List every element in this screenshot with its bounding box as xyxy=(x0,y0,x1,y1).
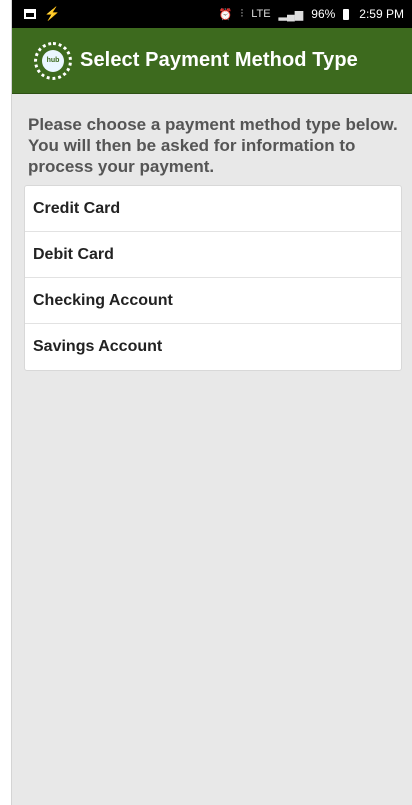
status-bar-left: ⚡ xyxy=(24,6,60,22)
logo-ring-icon xyxy=(34,41,72,80)
app-logo: hub xyxy=(34,41,72,80)
vibrate-icon: ⫶ xyxy=(240,7,244,20)
status-bar: ⚡ ⏰ ⫶ LTE ▂▄▆ 96% 2:59 PM xyxy=(12,0,412,28)
instructions-text: Please choose a payment method type belo… xyxy=(28,115,398,176)
main-content: Please choose a payment method type belo… xyxy=(24,114,402,371)
status-time: 2:59 PM xyxy=(359,7,404,21)
message-icon xyxy=(24,9,36,19)
flash-icon: ⚡ xyxy=(44,6,61,21)
battery-percent: 96% xyxy=(311,7,336,21)
payment-method-debit-card[interactable]: Debit Card xyxy=(25,232,401,278)
payment-method-savings-account[interactable]: Savings Account xyxy=(25,324,401,370)
alarm-icon: ⏰ xyxy=(218,8,233,21)
left-panel-edge xyxy=(0,0,12,805)
battery-icon xyxy=(343,8,350,20)
status-bar-right: ⏰ ⫶ LTE ▂▄▆ 96% 2:59 PM xyxy=(219,7,404,21)
signal-icon: ▂▄▆ xyxy=(278,8,304,21)
payment-method-list: Credit Card Debit Card Checking Account … xyxy=(24,185,402,371)
app-header: hub Select Payment Method Type xyxy=(12,28,412,94)
page-title: Select Payment Method Type xyxy=(80,49,358,71)
payment-method-credit-card[interactable]: Credit Card xyxy=(25,186,401,232)
payment-method-checking-account[interactable]: Checking Account xyxy=(25,278,401,324)
lte-label: LTE xyxy=(251,8,271,20)
